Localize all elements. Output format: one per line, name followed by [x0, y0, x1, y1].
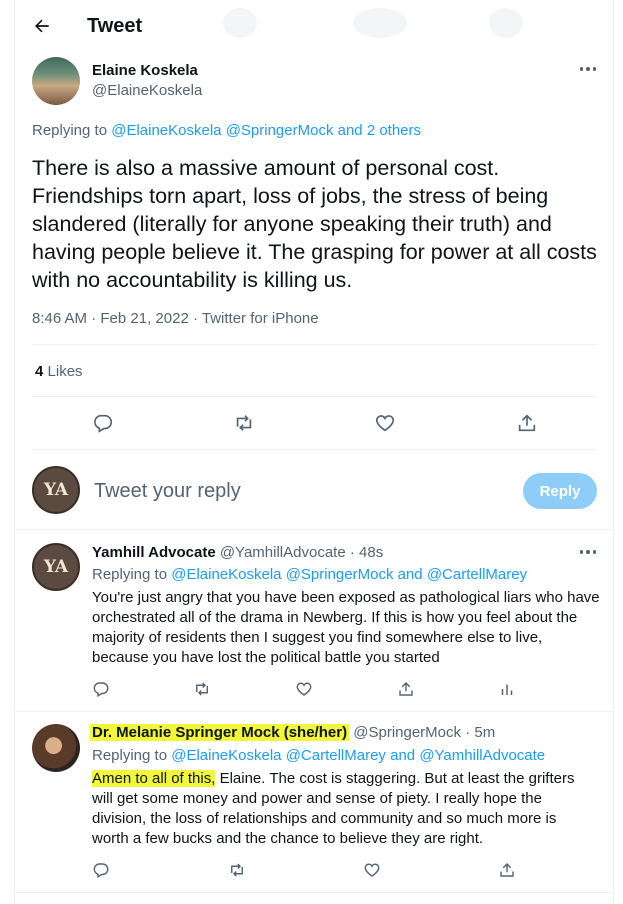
replying-to: Replying to @ElaineKoskela @SpringerMock… — [32, 122, 421, 139]
divider — [32, 449, 597, 450]
more-icon[interactable] — [578, 547, 598, 557]
more-icon[interactable] — [578, 64, 598, 74]
reply-line: worth a few bucks and the chance to beli… — [92, 830, 484, 847]
author-handle[interactable]: @ElaineKoskela — [92, 82, 202, 99]
mention-link[interactable]: @ElaineKoskela — [111, 122, 221, 139]
mention-link[interactable]: @YamhillAdvocate — [419, 747, 545, 764]
reply-line: will get some money and power and sense … — [92, 790, 542, 807]
avatar[interactable]: YA — [32, 543, 80, 591]
retweet-icon[interactable] — [192, 679, 212, 699]
reply-input[interactable]: Tweet your reply — [94, 480, 241, 503]
avatar[interactable] — [32, 724, 80, 772]
replying-to: Replying to @ElaineKoskela @SpringerMock… — [92, 566, 527, 583]
reply-icon[interactable] — [91, 411, 115, 435]
share-icon[interactable] — [515, 411, 539, 435]
divider — [15, 529, 613, 530]
background-decoration — [489, 8, 523, 38]
reply-line: because you have lost the political batt… — [92, 649, 440, 666]
share-icon[interactable] — [396, 679, 416, 699]
back-arrow-icon[interactable] — [29, 13, 55, 39]
reply-line: division, the loss of relationships and … — [92, 810, 557, 827]
mention-link[interactable]: @SpringerMock — [226, 122, 334, 139]
separator: · — [91, 310, 97, 327]
reply-text: You're just angry that you have been exp… — [92, 588, 600, 668]
avatar[interactable]: YA — [32, 466, 80, 514]
likes-number: 4 — [35, 363, 44, 380]
tweet-page: Tweet Elaine Koskela @ElaineKoskela Repl… — [14, 0, 614, 904]
analytics-icon[interactable] — [497, 679, 517, 699]
tweet-source[interactable]: Twitter for iPhone — [202, 310, 319, 327]
replying-prefix: Replying to — [32, 122, 108, 139]
mention-link[interactable]: @ElaineKoskela — [171, 566, 281, 583]
separator: · — [192, 310, 198, 327]
divider — [15, 892, 613, 893]
author-handle[interactable]: @YamhillAdvocate — [220, 544, 346, 561]
highlighted-text: Amen to all of this, — [92, 770, 216, 787]
divider — [15, 711, 613, 712]
reply-header: Yamhill Advocate @YamhillAdvocate · 48s — [92, 544, 383, 561]
reply-line: orchestrated all of the drama in Newberg… — [92, 609, 578, 626]
tweet-meta: 8:46 AM · Feb 21, 2022 · Twitter for iPh… — [32, 310, 319, 327]
reply-time[interactable]: · 48s — [350, 544, 383, 561]
author-name[interactable]: Elaine Koskela — [92, 62, 198, 79]
mention-and: and — [397, 566, 423, 583]
reply-text: Amen to all of this, Elaine. The cost is… — [92, 769, 574, 849]
like-icon[interactable] — [294, 679, 314, 699]
mention-link[interactable]: @SpringerMock — [286, 566, 394, 583]
likes-count[interactable]: 4 Likes — [35, 363, 83, 380]
reply-line: majority of residents then I suggest you… — [92, 629, 543, 646]
share-icon[interactable] — [497, 860, 517, 880]
reply-header: Dr. Melanie Springer Mock (she/her) @Spr… — [90, 724, 495, 741]
author-name[interactable]: Dr. Melanie Springer Mock (she/her) — [90, 724, 350, 741]
background-decoration — [353, 8, 407, 38]
replying-to: Replying to @ElaineKoskela @CartellMarey… — [92, 747, 545, 764]
retweet-icon[interactable] — [227, 860, 247, 880]
likes-label: Likes — [47, 363, 83, 380]
tweet-date[interactable]: Feb 21, 2022 — [100, 310, 188, 327]
mention-link[interactable]: @CartellMarey — [286, 747, 386, 764]
reply-button[interactable]: Reply — [523, 473, 597, 509]
like-icon[interactable] — [373, 411, 397, 435]
author-handle[interactable]: @SpringerMock — [353, 724, 461, 741]
tweet-text: There is also a massive amount of person… — [32, 156, 597, 292]
avatar[interactable] — [32, 57, 80, 105]
tweet-time[interactable]: 8:46 AM — [32, 310, 87, 327]
reply-line-rest: Elaine. The cost is staggering. But at l… — [215, 770, 575, 787]
replying-prefix: Replying to — [92, 566, 168, 583]
mention-link[interactable]: @CartellMarey — [427, 566, 527, 583]
divider — [32, 396, 597, 397]
like-icon[interactable] — [362, 860, 382, 880]
reply-icon[interactable] — [91, 860, 111, 880]
others-link[interactable]: and 2 others — [338, 122, 421, 139]
reply-time[interactable]: · 5m — [465, 724, 495, 741]
divider — [32, 344, 597, 345]
header: Tweet — [15, 0, 613, 53]
author-name[interactable]: Yamhill Advocate — [92, 544, 216, 561]
mention-link[interactable]: @ElaineKoskela — [171, 747, 281, 764]
replying-prefix: Replying to — [92, 747, 168, 764]
retweet-icon[interactable] — [232, 411, 256, 435]
reply-icon[interactable] — [91, 679, 111, 699]
reply-line: Amen to all of this, Elaine. The cost is… — [92, 769, 574, 789]
background-decoration — [223, 8, 257, 38]
reply-line: You're just angry that you have been exp… — [92, 589, 600, 606]
mention-and: and — [390, 747, 416, 764]
page-title: Tweet — [87, 15, 143, 37]
